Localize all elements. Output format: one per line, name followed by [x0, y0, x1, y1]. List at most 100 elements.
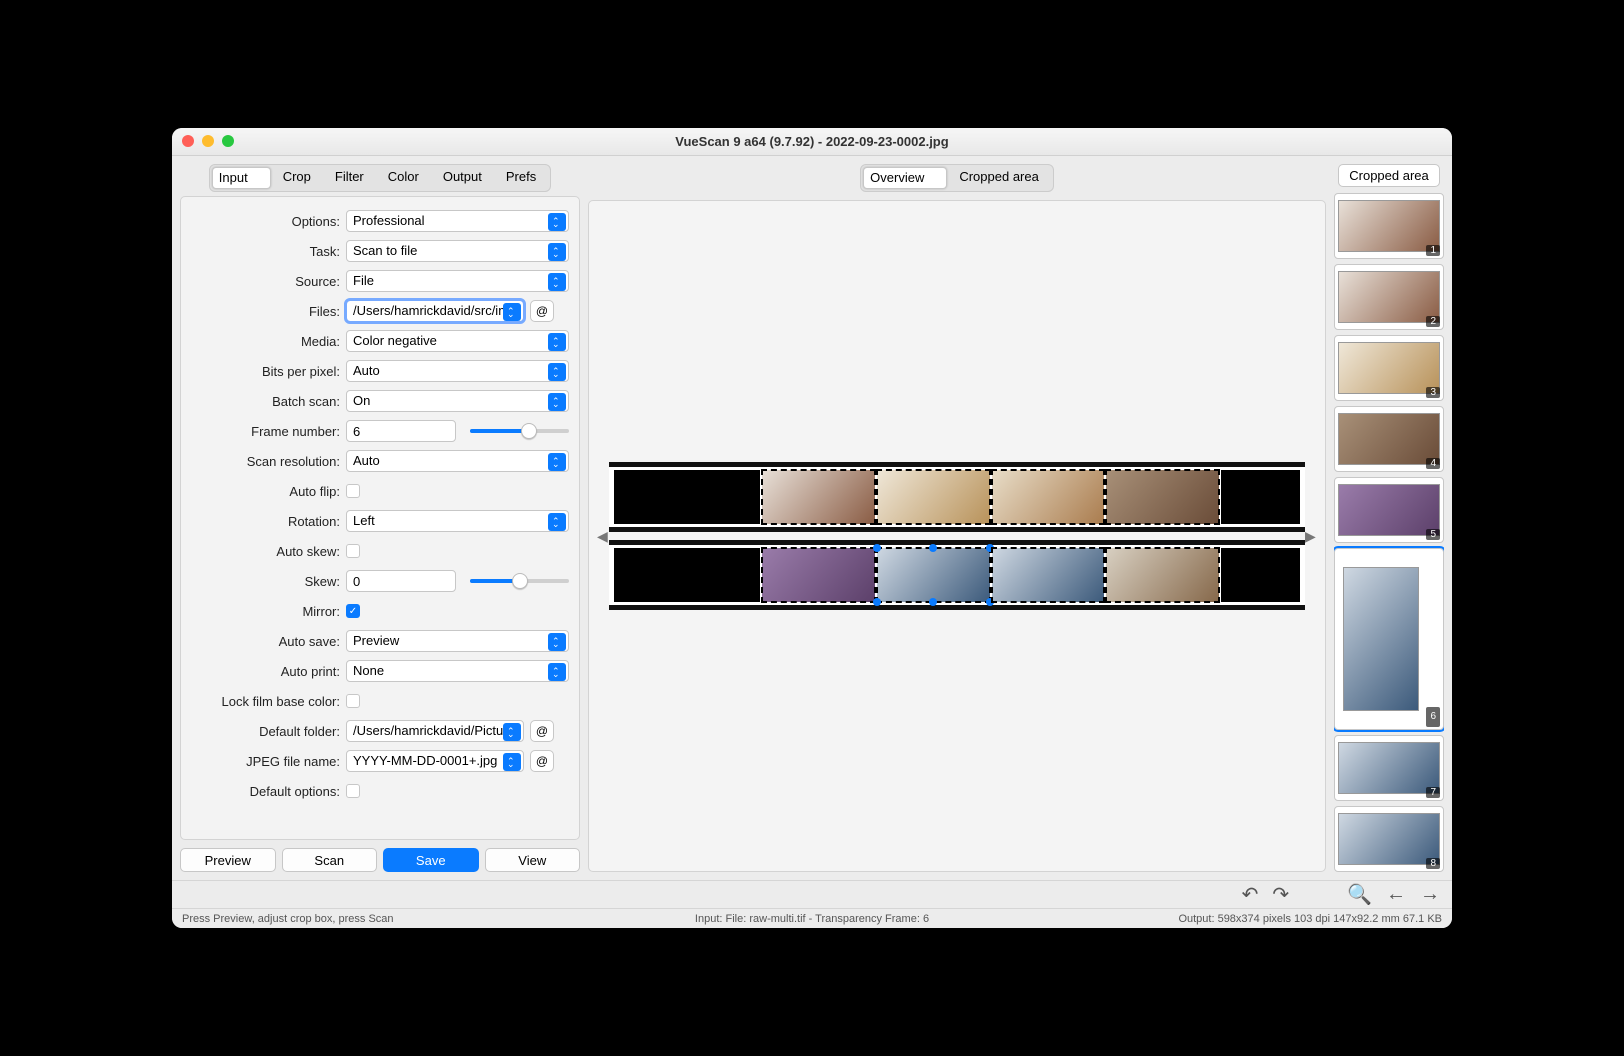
mirror-checkbox[interactable] [346, 604, 360, 618]
batch-select[interactable]: On [346, 390, 569, 412]
jpegname-browse-button[interactable]: @ [530, 750, 554, 772]
label: JPEG file name: [191, 754, 346, 769]
tab-color[interactable]: Color [376, 167, 431, 189]
thumbnail-1[interactable]: 1 [1334, 193, 1444, 259]
center-column: OverviewCropped area ◀ [588, 164, 1326, 872]
label: Default folder: [191, 724, 346, 739]
cropped-area-button[interactable]: Cropped area [1338, 164, 1440, 187]
files-browse-button[interactable]: @ [530, 300, 554, 322]
tab-cropped-area[interactable]: Cropped area [947, 167, 1051, 189]
toolbar-bottom: ↶ ↷ 🔍 ← → [172, 880, 1452, 908]
label: Rotation: [191, 514, 346, 529]
thumbnail-5[interactable]: 5 [1334, 477, 1444, 543]
autoskew-checkbox[interactable] [346, 544, 360, 558]
label: Media: [191, 334, 346, 349]
thumbnail-8[interactable]: 8 [1334, 806, 1444, 872]
label: Auto print: [191, 664, 346, 679]
action-buttons: Preview Scan Save View [180, 848, 580, 872]
next-frame-button[interactable]: ▶ [1305, 528, 1317, 545]
thumbnail-6[interactable]: 6 [1334, 548, 1444, 730]
chevron-updown-icon [548, 453, 566, 471]
skew-slider[interactable] [470, 579, 569, 583]
titlebar: VueScan 9 a64 (9.7.92) - 2022-09-23-0002… [172, 128, 1452, 156]
rotation-select[interactable]: Left [346, 510, 569, 532]
lockfilm-checkbox[interactable] [346, 694, 360, 708]
thumbnail-3[interactable]: 3 [1334, 335, 1444, 401]
autoprint-select[interactable]: None [346, 660, 569, 682]
prev-frame-button[interactable]: ◀ [597, 528, 609, 545]
chevron-updown-icon [548, 333, 566, 351]
chevron-updown-icon [548, 363, 566, 381]
chevron-updown-icon [548, 213, 566, 231]
folder-browse-button[interactable]: @ [530, 720, 554, 742]
label: Auto skew: [191, 544, 346, 559]
zoom-icon[interactable] [222, 135, 234, 147]
view-button[interactable]: View [485, 848, 581, 872]
app-window: VueScan 9 a64 (9.7.92) - 2022-09-23-0002… [172, 128, 1452, 928]
chevron-updown-icon [548, 633, 566, 651]
left-column: InputCropFilterColorOutputPrefs Options:… [180, 164, 580, 872]
files-select[interactable]: /Users/hamrickdavid/src/im [346, 300, 524, 322]
save-button[interactable]: Save [383, 848, 479, 872]
tab-output[interactable]: Output [431, 167, 494, 189]
zoom-in-icon[interactable]: 🔍 [1347, 882, 1372, 907]
scan-button[interactable]: Scan [282, 848, 378, 872]
scanres-select[interactable]: Auto [346, 450, 569, 472]
source-select[interactable]: File [346, 270, 569, 292]
label: Options: [191, 214, 346, 229]
tab-input[interactable]: Input [212, 167, 271, 189]
defopts-checkbox[interactable] [346, 784, 360, 798]
tab-crop[interactable]: Crop [271, 167, 323, 189]
task-select[interactable]: Scan to file [346, 240, 569, 262]
chevron-updown-icon [503, 723, 521, 741]
status-input: Input: File: raw-multi.tif - Transparenc… [695, 913, 929, 925]
thumbnail-list: 12345678 [1334, 193, 1444, 872]
window-controls [182, 135, 234, 147]
tab-prefs[interactable]: Prefs [494, 167, 548, 189]
status-bar: Press Preview, adjust crop box, press Sc… [172, 908, 1452, 928]
chevron-updown-icon [548, 273, 566, 291]
tab-filter[interactable]: Filter [323, 167, 376, 189]
arrow-right-icon[interactable]: → [1420, 883, 1440, 906]
settings-panel: Options:ProfessionalTask:Scan to fileSou… [180, 196, 580, 840]
label: Lock film base color: [191, 694, 346, 709]
thumbnail-4[interactable]: 4 [1334, 406, 1444, 472]
right-column: Cropped area 12345678 [1334, 164, 1444, 872]
skew-input[interactable] [346, 570, 456, 592]
view-tabs: OverviewCropped area [860, 164, 1054, 192]
autosave-select[interactable]: Preview [346, 630, 569, 652]
label: Auto flip: [191, 484, 346, 499]
jpegname-select[interactable]: YYYY-MM-DD-0001+.jpg [346, 750, 524, 772]
autoflip-checkbox[interactable] [346, 484, 360, 498]
redo-icon[interactable]: ↷ [1272, 882, 1289, 907]
status-output: Output: 598x374 pixels 103 dpi 147x92.2 … [1178, 913, 1442, 925]
chevron-updown-icon [503, 753, 521, 771]
close-icon[interactable] [182, 135, 194, 147]
folder-select[interactable]: /Users/hamrickdavid/Pictur [346, 720, 524, 742]
settings-tabs: InputCropFilterColorOutputPrefs [209, 164, 551, 192]
arrow-left-icon[interactable]: ← [1386, 883, 1406, 906]
label: Task: [191, 244, 346, 259]
label: Auto save: [191, 634, 346, 649]
frame-slider[interactable] [470, 429, 569, 433]
chevron-updown-icon [548, 663, 566, 681]
minimize-icon[interactable] [202, 135, 214, 147]
tab-overview[interactable]: Overview [863, 167, 947, 189]
status-hint: Press Preview, adjust crop box, press Sc… [182, 913, 394, 925]
label: Default options: [191, 784, 346, 799]
label: Bits per pixel: [191, 364, 346, 379]
chevron-updown-icon [548, 513, 566, 531]
thumbnail-2[interactable]: 2 [1334, 264, 1444, 330]
options-select[interactable]: Professional [346, 210, 569, 232]
undo-icon[interactable]: ↶ [1242, 882, 1259, 907]
frame-input[interactable] [346, 420, 456, 442]
media-select[interactable]: Color negative [346, 330, 569, 352]
film-strip-overview[interactable] [609, 454, 1305, 618]
chevron-updown-icon [548, 393, 566, 411]
preview-button[interactable]: Preview [180, 848, 276, 872]
label: Batch scan: [191, 394, 346, 409]
bpp-select[interactable]: Auto [346, 360, 569, 382]
chevron-updown-icon [548, 243, 566, 261]
thumbnail-7[interactable]: 7 [1334, 735, 1444, 801]
preview-area: ◀ [588, 200, 1326, 872]
